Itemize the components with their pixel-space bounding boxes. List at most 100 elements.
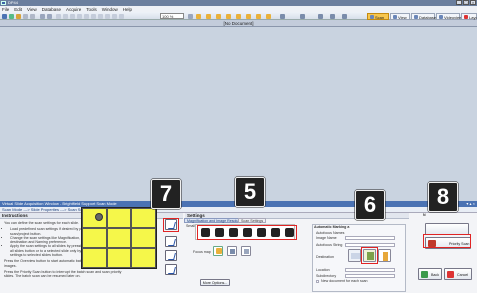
- location-field[interactable]: [345, 268, 395, 272]
- channel-blue-icon[interactable]: [330, 13, 335, 19]
- menu-view[interactable]: View: [27, 7, 37, 12]
- export-icon[interactable]: [119, 13, 124, 19]
- scale-1x-icon[interactable]: [196, 13, 201, 19]
- cancel-button[interactable]: Cancel: [444, 268, 472, 280]
- slide-cell[interactable]: [131, 228, 156, 248]
- autofocus-names-label: Autofocus Names: [316, 231, 345, 235]
- scale-20x-icon[interactable]: [236, 13, 241, 19]
- overlay-icon[interactable]: [105, 13, 110, 19]
- open-icon[interactable]: [2, 13, 7, 19]
- menu-edit[interactable]: Edit: [14, 7, 22, 12]
- toolbar: 100 % Scan View Database Videoview Layou…: [0, 12, 477, 20]
- menu-tools[interactable]: Tools: [86, 7, 97, 12]
- new-document-checkbox[interactable]: [316, 280, 319, 283]
- gear-icon: [230, 249, 235, 254]
- slide-cell[interactable]: [131, 208, 156, 228]
- check-icon: [216, 248, 222, 254]
- tab-view[interactable]: View: [390, 12, 410, 20]
- callout-8: 8: [428, 182, 458, 212]
- remove-settings-button[interactable]: [165, 264, 177, 275]
- transmitted-icon[interactable]: [280, 13, 285, 19]
- menu-help[interactable]: Help: [123, 7, 132, 12]
- slide-cell[interactable]: [106, 248, 132, 268]
- back-button[interactable]: Back: [418, 268, 442, 280]
- apply-to-selected-button[interactable]: [165, 236, 177, 247]
- image-name-label: Image Name: [316, 236, 337, 240]
- file-icon: [383, 252, 388, 261]
- tab-database[interactable]: Database: [411, 12, 436, 20]
- layers-icon[interactable]: [112, 13, 117, 19]
- subdirectory-field[interactable]: [345, 274, 395, 278]
- scale-10x-icon[interactable]: [226, 13, 231, 19]
- cancel-icon: [447, 271, 454, 278]
- channel-red-icon[interactable]: [318, 13, 323, 19]
- undo-icon[interactable]: [23, 13, 28, 19]
- slide-cell[interactable]: [82, 248, 107, 268]
- highlight-box-objectives: [197, 225, 297, 240]
- focus-extra-button[interactable]: [241, 246, 251, 256]
- tab-videoview[interactable]: Videoview: [436, 12, 462, 20]
- scale-2x-icon[interactable]: [206, 13, 211, 19]
- highlight-box-apply: [163, 218, 179, 232]
- focus-settings-button[interactable]: [227, 246, 237, 256]
- measure-icon[interactable]: [84, 13, 89, 19]
- zoom-out-icon[interactable]: [77, 13, 82, 19]
- slide-tray[interactable]: [81, 207, 157, 269]
- scale-63x-icon[interactable]: [256, 13, 261, 19]
- minimize-button[interactable]: _: [456, 0, 462, 5]
- annotate-icon[interactable]: [91, 13, 96, 19]
- more-options-button[interactable]: More Options...: [200, 279, 230, 286]
- menu-database[interactable]: Database: [42, 7, 61, 12]
- arrow-icon: [351, 253, 360, 259]
- right-header: N: [423, 213, 426, 217]
- tab-scan[interactable]: Scan: [367, 12, 389, 20]
- autofocus-string-label: Autofocus String: [316, 243, 343, 247]
- callout-7: 7: [151, 179, 181, 209]
- slide-cell[interactable]: [131, 248, 156, 268]
- channel-green-icon[interactable]: [342, 13, 347, 19]
- callout-6: 6: [355, 190, 385, 220]
- fit-icon[interactable]: [188, 13, 193, 19]
- zoom-field[interactable]: 100 %: [160, 13, 184, 19]
- hand-icon[interactable]: [63, 13, 68, 19]
- scale-40x-icon[interactable]: [246, 13, 251, 19]
- save-icon[interactable]: [9, 13, 14, 19]
- highlight-box-priority: [423, 234, 471, 248]
- maximize-button[interactable]: □: [463, 0, 469, 5]
- window-title: DP44: [8, 0, 19, 5]
- destination-arrow-button[interactable]: [348, 249, 361, 262]
- slide-marker-dot: [95, 213, 103, 221]
- pointer-icon[interactable]: [56, 13, 61, 19]
- highlight-box-destination: [361, 247, 378, 264]
- slide-cell[interactable]: [106, 208, 132, 228]
- new-document-label: New document for each scan: [321, 279, 368, 283]
- scale-100x-icon[interactable]: [266, 13, 271, 19]
- import-settings-button[interactable]: [165, 250, 177, 261]
- scale-5x-icon[interactable]: [216, 13, 221, 19]
- focus-check-button[interactable]: [213, 246, 223, 256]
- destination-file-button[interactable]: [378, 249, 391, 262]
- auto-mark-header: Automatic Marking a: [314, 225, 350, 229]
- cancel-label: Cancel: [457, 273, 469, 277]
- instructions-priority: Press the Priority Scan button to interr…: [4, 269, 122, 279]
- slide-cell[interactable]: [82, 228, 107, 248]
- tab-layout[interactable]: Layout: [461, 12, 477, 20]
- menu-acquire[interactable]: Acquire: [66, 7, 81, 12]
- app-icon: [1, 1, 6, 5]
- slide-cell[interactable]: [106, 228, 132, 248]
- close-button[interactable]: ×: [470, 0, 476, 5]
- menu-window[interactable]: Window: [102, 7, 118, 12]
- grid-icon[interactable]: [98, 13, 103, 19]
- reflected-icon[interactable]: [300, 13, 305, 19]
- location-label: Location: [316, 268, 330, 272]
- menu-file[interactable]: File: [2, 7, 9, 12]
- zoom-in-icon[interactable]: [70, 13, 75, 19]
- redo-icon[interactable]: [30, 13, 35, 19]
- focus-icon: [244, 249, 249, 254]
- tab-scan-settings[interactable]: Scan Settings: [238, 218, 267, 223]
- print-icon[interactable]: [16, 13, 21, 19]
- copy-icon[interactable]: [40, 13, 45, 19]
- image-name-field[interactable]: [345, 236, 395, 240]
- paste-icon[interactable]: [47, 13, 52, 19]
- callout-5: 5: [235, 177, 265, 207]
